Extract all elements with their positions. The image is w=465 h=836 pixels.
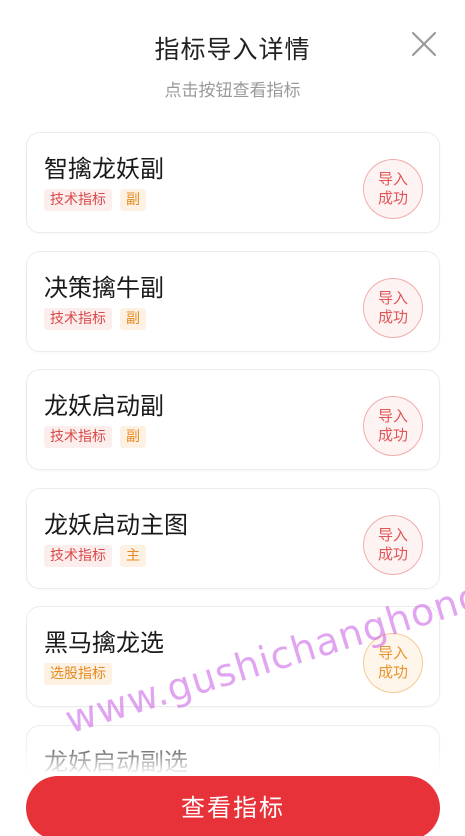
indicator-card[interactable]: 龙妖启动副技术指标副 导入成功 (26, 369, 440, 470)
import-success-stamp: 导入成功 (363, 396, 423, 456)
indicator-chart-tag: 副 (120, 426, 146, 448)
indicator-chart-tag: 副 (120, 189, 146, 211)
indicator-type-tag: 技术指标 (44, 189, 112, 211)
indicator-type-tag: 技术指标 (44, 308, 112, 330)
indicator-type-tag: 技术指标 (44, 426, 112, 448)
import-success-stamp: 导入成功 (363, 633, 423, 693)
import-success-stamp: 导入成功 (363, 278, 423, 338)
indicator-type-tag: 选股指标 (44, 663, 112, 685)
indicator-name: 智擒龙妖副 (44, 155, 164, 183)
indicator-card[interactable]: 决策擒牛副技术指标副 导入成功 (26, 251, 440, 352)
indicator-tags: 技术指标副 (44, 426, 146, 448)
import-success-stamp: 导入成功 (363, 515, 423, 575)
indicator-list: 智擒龙妖副 技术指标副导入成功 决策擒牛副 技术指标副导入成功 龙妖启动副 技术指标副导入… (0, 0, 465, 836)
import-success-stamp: 导入成功 (363, 159, 423, 219)
indicator-chart-tag: 副 (120, 308, 146, 330)
import-status-label: 导入成功 (377, 289, 408, 326)
indicator-tags: 选股指标 (44, 663, 112, 685)
indicator-type-tag: 技术指标 (44, 545, 112, 567)
indicator-card[interactable]: 黑马擒龙选选股指标 导入成功 (26, 606, 440, 707)
indicator-name: 龙妖启动副 (44, 392, 164, 420)
indicator-name: 龙妖启动主图 (44, 511, 188, 539)
import-details-sheet: 指标导入详情 点击按钮查看指标 智擒龙妖副 技术指标副导入成功 决策擒牛副 技术指标副… (0, 0, 465, 836)
indicator-card[interactable]: 智擒龙妖副技术指标副 导入成功 (26, 132, 440, 233)
indicator-tags: 技术指标副 (44, 189, 146, 211)
import-status-label: 导入成功 (377, 170, 408, 207)
indicator-name: 黑马擒龙选 (44, 629, 164, 657)
indicator-tags: 技术指标副 (44, 308, 146, 330)
view-indicators-button[interactable]: 查看指标 (26, 776, 440, 836)
indicator-name: 决策擒牛副 (44, 274, 164, 302)
import-status-label: 导入成功 (377, 644, 408, 681)
indicator-tags: 技术指标主 (44, 545, 146, 567)
import-status-label: 导入成功 (377, 526, 408, 563)
indicator-chart-tag: 主 (120, 545, 146, 567)
indicator-card[interactable]: 龙妖启动主图技术指标主 导入成功 (26, 488, 440, 589)
import-status-label: 导入成功 (377, 407, 408, 444)
